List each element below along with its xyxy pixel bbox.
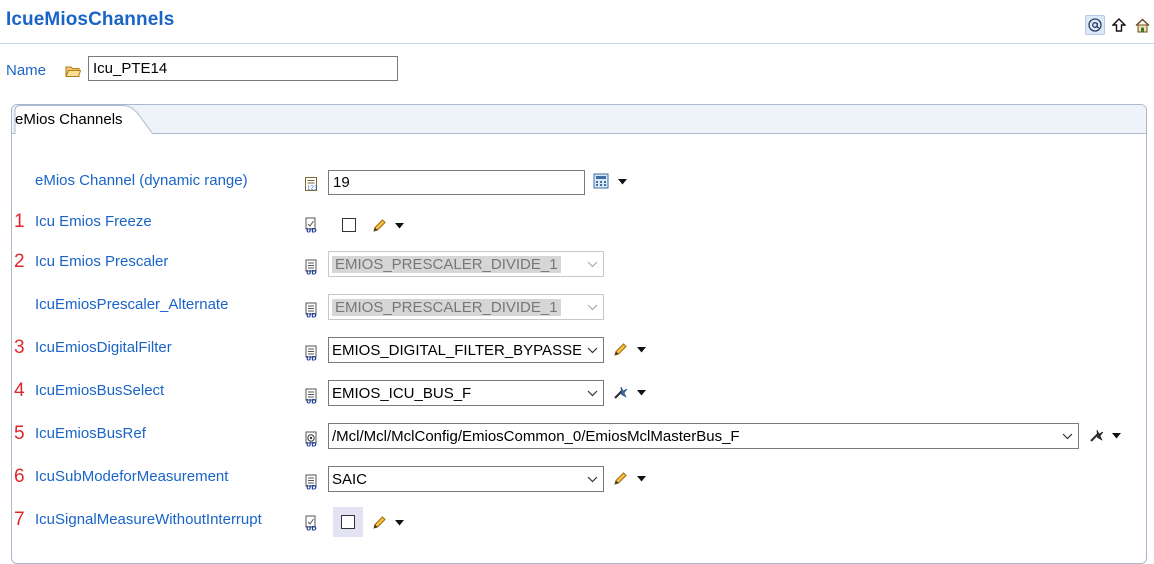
icu-submode-measurement-value: SAIC xyxy=(332,470,368,488)
number-type-icon: 123 xyxy=(304,176,321,193)
enum-type-icon: UD xyxy=(304,388,321,406)
row-number: 3 xyxy=(14,337,25,358)
svg-text:UD: UD xyxy=(306,398,317,405)
name-input-value: Icu_PTE14 xyxy=(93,60,168,77)
row-number: 6 xyxy=(14,466,25,487)
enum-type-icon: UD xyxy=(304,474,321,492)
icu-emios-digital-filter-label: IcuEmiosDigitalFilter xyxy=(35,339,172,356)
reference-type-icon: UD xyxy=(304,431,321,449)
icu-emios-bus-ref-combo[interactable]: /Mcl/Mcl/MclConfig/EmiosCommon_0/EmiosMc… xyxy=(328,423,1079,449)
name-label: Name xyxy=(6,62,47,79)
svg-text:UD: UD xyxy=(306,312,317,319)
icu-emios-prescaler-label: Icu Emios Prescaler xyxy=(35,253,169,270)
svg-text:UD: UD xyxy=(306,269,317,276)
up-arrow-icon[interactable] xyxy=(1109,15,1129,35)
folder-icon xyxy=(65,64,82,78)
boolean-type-icon: UD xyxy=(304,217,321,235)
chevron-down-icon xyxy=(581,381,603,405)
row-number: 2 xyxy=(14,251,25,272)
svg-text:UD: UD xyxy=(306,355,317,362)
icu-emios-freeze-label: Icu Emios Freeze xyxy=(35,213,152,230)
enum-type-icon: UD xyxy=(304,302,321,320)
pencil-icon[interactable] xyxy=(372,515,388,531)
emios-channel-label: eMios Channel (dynamic range) xyxy=(35,172,248,189)
chevron-down-icon xyxy=(1056,424,1078,448)
chevron-down-icon[interactable] xyxy=(636,388,646,398)
chevron-down-icon xyxy=(581,338,603,362)
icu-emios-freeze-checkbox[interactable] xyxy=(342,218,356,232)
icu-emios-bus-select-value: EMIOS_ICU_BUS_F xyxy=(332,384,472,402)
chevron-down-icon[interactable] xyxy=(617,177,627,187)
icu-emios-bus-ref-value: /Mcl/Mcl/MclConfig/EmiosCommon_0/EmiosMc… xyxy=(332,427,740,445)
icu-emios-bus-select-combo[interactable]: EMIOS_ICU_BUS_F xyxy=(328,380,604,406)
page-title: IcueMiosChannels xyxy=(6,9,175,30)
svg-text:UD: UD xyxy=(306,525,317,532)
chevron-down-icon[interactable] xyxy=(636,474,646,484)
icu-signal-measure-without-interrupt-label: IcuSignalMeasureWithoutInterrupt xyxy=(35,511,262,528)
icu-emios-prescaler-alternate-label: IcuEmiosPrescaler_Alternate xyxy=(35,296,229,313)
icu-emios-digital-filter-combo[interactable]: EMIOS_DIGITAL_FILTER_BYPASSED xyxy=(328,337,604,363)
icu-emios-prescaler-alternate-value: EMIOS_PRESCALER_DIVIDE_1 xyxy=(332,298,561,316)
icu-submode-measurement-combo[interactable]: SAIC xyxy=(328,466,604,492)
wand-icon[interactable] xyxy=(613,385,629,401)
chevron-down-icon[interactable] xyxy=(1111,431,1121,441)
svg-text:123: 123 xyxy=(307,186,318,192)
chevron-down-icon xyxy=(581,467,603,491)
chevron-down-icon[interactable] xyxy=(394,518,404,528)
pencil-icon[interactable] xyxy=(613,342,629,358)
icu-emios-prescaler-combo[interactable]: EMIOS_PRESCALER_DIVIDE_1 xyxy=(328,251,604,277)
icu-emios-prescaler-alternate-combo[interactable]: EMIOS_PRESCALER_DIVIDE_1 xyxy=(328,294,604,320)
emios-channel-input[interactable]: 19 xyxy=(328,170,585,195)
icu-emios-bus-select-label: IcuEmiosBusSelect xyxy=(35,382,165,399)
at-sign-icon[interactable] xyxy=(1085,15,1105,35)
chevron-down-icon xyxy=(581,295,603,319)
svg-text:UD: UD xyxy=(306,484,317,491)
title-divider xyxy=(0,43,1154,44)
pencil-icon[interactable] xyxy=(613,471,629,487)
boolean-type-icon: UD xyxy=(304,515,321,533)
icu-submode-measurement-label: IcuSubModeforMeasurement xyxy=(35,468,229,485)
row-number: 5 xyxy=(14,423,25,444)
chevron-down-icon xyxy=(581,252,603,276)
svg-text:UD: UD xyxy=(306,227,317,234)
tab-emios-channels-label: eMios Channels xyxy=(15,111,123,128)
wand-icon[interactable] xyxy=(1089,428,1105,444)
calculator-icon[interactable] xyxy=(593,173,611,191)
panel-tab-strip xyxy=(12,105,1146,134)
emios-channel-value: 19 xyxy=(333,174,350,191)
row-number: 7 xyxy=(14,509,25,530)
chevron-down-icon[interactable] xyxy=(394,221,404,231)
row-number: 1 xyxy=(14,211,25,232)
pencil-icon[interactable] xyxy=(372,218,388,234)
icu-emios-digital-filter-value: EMIOS_DIGITAL_FILTER_BYPASSED xyxy=(332,341,581,359)
row-number: 4 xyxy=(14,380,25,401)
icu-signal-measure-without-interrupt-checkbox[interactable] xyxy=(341,515,355,529)
icu-emios-prescaler-value: EMIOS_PRESCALER_DIVIDE_1 xyxy=(332,255,561,273)
chevron-down-icon[interactable] xyxy=(636,345,646,355)
icu-emios-bus-ref-label: IcuEmiosBusRef xyxy=(35,425,146,442)
enum-type-icon: UD xyxy=(304,259,321,277)
home-icon[interactable] xyxy=(1132,15,1152,35)
svg-text:UD: UD xyxy=(306,441,317,448)
enum-type-icon: UD xyxy=(304,345,321,363)
name-input[interactable]: Icu_PTE14 xyxy=(88,56,398,81)
